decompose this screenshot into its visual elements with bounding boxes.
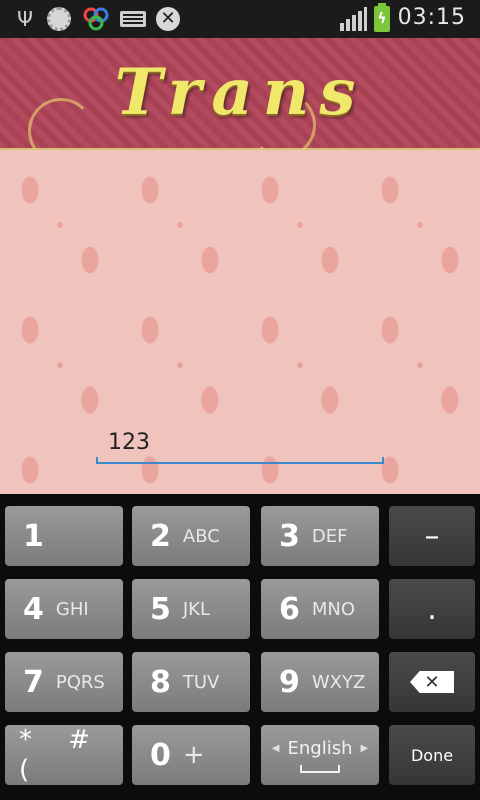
signal-icon xyxy=(338,6,368,32)
number-input-field[interactable]: 123 xyxy=(96,420,384,464)
app-rings-icon xyxy=(80,6,112,32)
key-period[interactable]: . xyxy=(389,579,475,639)
language-switch-key[interactable]: ◀ English ▶ xyxy=(261,725,379,785)
key-1[interactable]: 1 xyxy=(5,506,123,566)
settings-gear-icon xyxy=(44,6,74,32)
arrow-right-icon: ▶ xyxy=(360,742,369,754)
key-6[interactable]: 6 MNO xyxy=(261,579,379,639)
numeric-keyboard: 1 2 ABC 3 DEF – 4 GHI 5 JKL 6 MNO . 7 PQRS 8 TU… xyxy=(0,494,480,800)
damask-background: 123 xyxy=(0,150,480,494)
key-5[interactable]: 5 JKL xyxy=(132,579,250,639)
app-banner: Trans Bank xyxy=(0,38,480,240)
keyboard-icon xyxy=(118,6,148,32)
language-label: English xyxy=(287,737,353,759)
close-circle-icon: ✕ xyxy=(154,6,182,32)
app-title: Trans Bank xyxy=(114,55,366,240)
key-3[interactable]: 3 DEF xyxy=(261,506,379,566)
key-8[interactable]: 8 TUV xyxy=(132,652,250,712)
space-bar-icon xyxy=(300,764,340,773)
backspace-key[interactable]: ✕ xyxy=(389,652,475,712)
usb-icon: Ψ xyxy=(17,7,33,31)
backspace-icon: ✕ xyxy=(410,671,454,693)
arrow-left-icon: ◀ xyxy=(271,742,280,754)
status-time: 03:15 xyxy=(397,5,466,30)
battery-charging-icon: ϟ xyxy=(372,3,392,32)
number-input-value: 123 xyxy=(108,430,150,455)
key-dash[interactable]: – xyxy=(389,506,475,566)
key-9[interactable]: 9 WXYZ xyxy=(261,652,379,712)
key-4[interactable]: 4 GHI xyxy=(5,579,123,639)
key-7[interactable]: 7 PQRS xyxy=(5,652,123,712)
status-bar: Ψ ✕ ϟ 03:15 xyxy=(0,0,480,38)
key-0[interactable]: 0 + xyxy=(132,725,250,785)
input-underline xyxy=(96,457,384,464)
key-2[interactable]: 2 ABC xyxy=(132,506,250,566)
done-key[interactable]: Done xyxy=(389,725,475,785)
key-symbols[interactable]: * # ( xyxy=(5,725,123,785)
